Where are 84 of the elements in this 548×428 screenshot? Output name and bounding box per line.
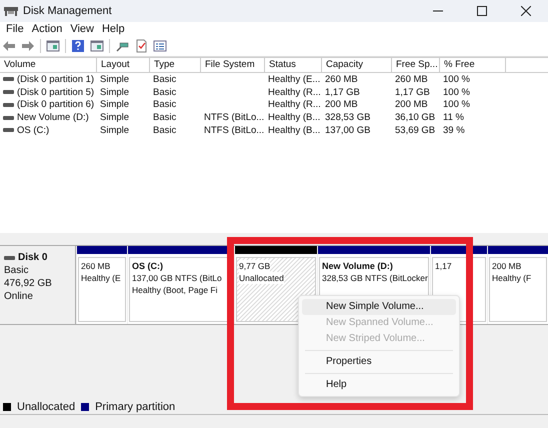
window-title: Disk Management: [23, 5, 112, 17]
partition-detail: Healthy (E: [81, 272, 122, 284]
partition-title: OS (C:): [132, 260, 164, 272]
table-cell-text: Basic: [152, 124, 178, 136]
close-icon[interactable]: [521, 6, 531, 16]
panel-icon[interactable]: [46, 39, 60, 53]
menu-item[interactable]: Action: [28, 23, 68, 35]
table-cell-text: NTFS (BitLo...: [203, 124, 265, 136]
table-cell-text: 100 %: [442, 99, 471, 110]
partition-detail: Healthy (F: [492, 272, 532, 284]
menu-item[interactable]: Help: [98, 23, 130, 35]
column-header[interactable]: Capacity: [322, 58, 392, 72]
volume-name[interactable]: (Disk 0 partition 1): [17, 74, 94, 85]
table-cell-text: 200 MB: [324, 99, 359, 110]
unallocated-partition[interactable]: 9,77 GB Unallocated: [236, 257, 316, 322]
column-header[interactable]: Type: [150, 58, 201, 72]
app-icon: [4, 6, 18, 16]
table-cell-text: Healthy (R...: [267, 99, 322, 110]
table-cell-text: 1,17 GB: [394, 86, 431, 98]
table-cell-text: 100 %: [442, 86, 471, 98]
partition-block[interactable]: 200 MB Healthy (F: [489, 257, 547, 322]
table-cell-text: 39 %: [442, 124, 466, 136]
back-arrow-icon[interactable]: [2, 39, 16, 53]
table-cell-text: Basic: [152, 86, 178, 98]
table-cell-text: 260 MB: [394, 74, 429, 85]
table-cell-text: Simple: [99, 99, 130, 110]
table-cell-text: Basic: [152, 99, 178, 110]
table-cell-text: Basic: [152, 74, 178, 85]
column-header[interactable]: Status: [265, 58, 322, 72]
volume-name[interactable]: OS (C:): [17, 124, 50, 136]
partition-detail: 1,17: [435, 260, 453, 272]
table-cell-text: 328,53 GB: [324, 112, 372, 124]
context-menu-item[interactable]: New Simple Volume...: [302, 299, 456, 315]
forward-arrow-icon[interactable]: [21, 39, 35, 53]
volume-name[interactable]: New Volume (D:): [17, 112, 89, 124]
table-cell-text: 1,17 GB: [324, 86, 361, 98]
volume-name[interactable]: (Disk 0 partition 6): [17, 99, 94, 110]
partition-detail: 328,53 GB NTFS (BitLocker: [322, 272, 426, 284]
partition-detail: 137,00 GB NTFS (BitLo: [132, 272, 223, 284]
context-menu-item[interactable]: Help: [302, 377, 456, 393]
menu-item[interactable]: View: [67, 23, 99, 35]
disk-name: Disk 0: [18, 251, 48, 264]
legend-label: Unallocated: [17, 401, 76, 413]
help-icon[interactable]: [71, 39, 85, 53]
menu-item[interactable]: File: [3, 23, 29, 35]
legend-label: Primary partition: [95, 401, 176, 413]
table-cell-text: 53,69 GB: [394, 124, 436, 136]
column-header[interactable]: Volume: [0, 58, 97, 72]
context-menu-item[interactable]: Properties: [302, 354, 456, 370]
disk-status: Online: [4, 290, 34, 303]
checklist-icon[interactable]: [134, 39, 148, 53]
table-cell-text: 100 %: [442, 74, 471, 85]
list-icon[interactable]: [153, 39, 167, 53]
table-cell-text: NTFS (BitLo...: [203, 112, 265, 124]
partition-detail: 200 MB: [492, 260, 522, 272]
table-cell-text: 36,10 GB: [394, 112, 436, 124]
column-header[interactable]: Free Sp...: [392, 58, 440, 72]
table-cell-text: 11 %: [442, 112, 465, 124]
table-cell-text: Simple: [99, 112, 130, 124]
column-header[interactable]: File System: [201, 58, 265, 72]
partition-detail: 9,77 GB: [239, 260, 270, 272]
table-cell-text: Simple: [99, 74, 130, 85]
table-cell-text: Basic: [152, 112, 178, 124]
disk-type: Basic: [4, 264, 30, 277]
partition-detail: Unallocated: [239, 272, 284, 284]
table-cell-text: Healthy (B...: [267, 112, 322, 124]
table-cell-text: 137,00 GB: [324, 124, 372, 136]
table-cell-text: 260 MB: [324, 74, 359, 85]
maximize-icon[interactable]: [477, 6, 487, 16]
panel-icon[interactable]: [90, 39, 104, 53]
table-cell-text: Simple: [99, 124, 130, 136]
table-cell-text: Simple: [99, 86, 130, 98]
column-header[interactable]: % Free: [440, 58, 506, 72]
table-cell-text: Healthy (R...: [267, 86, 322, 98]
table-cell-text: Healthy (E...: [267, 74, 322, 85]
partition-detail: Healthy (Boot, Page Fi: [132, 284, 219, 296]
volume-name[interactable]: (Disk 0 partition 5): [17, 86, 94, 98]
disk-size: 476,92 GB: [4, 277, 53, 290]
partition-block[interactable]: 260 MB Healthy (E: [78, 257, 126, 322]
column-header[interactable]: Layout: [97, 58, 150, 72]
partition-title: New Volume (D:): [322, 260, 394, 272]
table-cell-text: Healthy (B...: [267, 124, 322, 136]
table-cell-text: 200 MB: [394, 99, 429, 110]
partition-detail: 260 MB: [81, 260, 112, 272]
